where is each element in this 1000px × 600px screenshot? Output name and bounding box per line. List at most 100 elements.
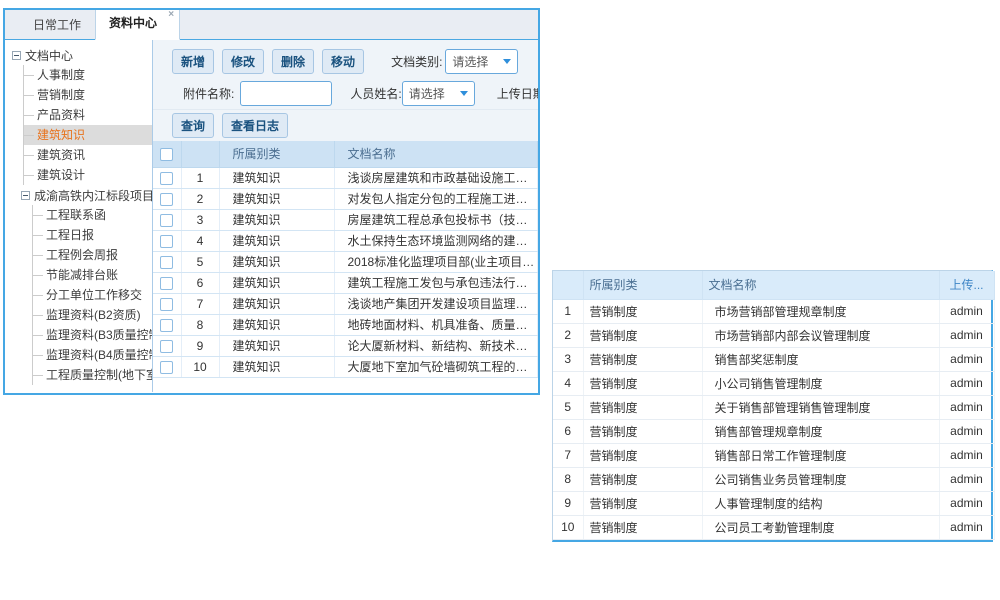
data-center-window: 日常工作 资料中心 × 文档中心 人事制度 营销制度 产品资料 建筑知识 建筑资… xyxy=(3,8,540,395)
modify-button[interactable]: 修改 xyxy=(222,49,264,74)
tree-item[interactable]: 建筑设计 xyxy=(24,165,152,185)
tree-item[interactable]: 营销制度 xyxy=(24,85,152,105)
销售部奖惩制度[interactable]: 3 营销制度 销售部奖惩制度 admin xyxy=(553,347,994,371)
tree-items: 人事制度 营销制度 产品资料 建筑知识 建筑资讯 建筑设计 xyxy=(23,65,152,185)
tree-item[interactable]: 分工单位工作移交 xyxy=(33,285,152,305)
row-checkbox[interactable] xyxy=(160,340,173,353)
row-doc-name: 销售部管理规章制度 xyxy=(702,419,939,443)
row-doc-name: 地砖地面材料、机具准备、质量要求及工艺 xyxy=(334,314,538,335)
person-name-select[interactable]: 请选择 xyxy=(402,81,475,106)
row-checkbox[interactable] xyxy=(160,319,173,332)
人事管理制度的结构[interactable]: 9 营销制度 人事管理制度的结构 admin xyxy=(553,491,994,515)
row-number-header xyxy=(553,271,583,299)
view-log-button[interactable]: 查看日志 xyxy=(222,113,288,138)
房屋建筑工程总承包投标书（技术标）文件[interactable]: 3 建筑知识 房屋建筑工程总承包投标书（技术标）文件 xyxy=(153,209,538,230)
tree-item[interactable]: 建筑资讯 xyxy=(24,145,152,165)
row-category: 营销制度 xyxy=(583,467,702,491)
row-number: 3 xyxy=(181,209,219,230)
公司员工考勤管理制度[interactable]: 10 营销制度 公司员工考勤管理制度 admin xyxy=(553,515,994,539)
row-category: 建筑知识 xyxy=(219,314,334,335)
论大厦新材料、新结构、新技术，新工艺[interactable]: 9 建筑知识 论大厦新材料、新结构、新技术，新工艺 xyxy=(153,335,538,356)
attachment-name-input[interactable] xyxy=(240,81,332,106)
tree-root-label: 文档中心 xyxy=(25,47,73,64)
row-category: 营销制度 xyxy=(583,323,702,347)
tree-item[interactable]: 工程日报 xyxy=(33,225,152,245)
row-category: 营销制度 xyxy=(583,443,702,467)
row-number: 10 xyxy=(181,356,219,377)
row-category: 建筑知识 xyxy=(219,293,334,314)
row-checkbox[interactable] xyxy=(160,298,173,311)
关于销售部管理销售管理制度[interactable]: 5 营销制度 关于销售部管理销售管理制度 admin xyxy=(553,395,994,419)
row-category: 营销制度 xyxy=(583,419,702,443)
2018标准化监理项目部(业主项目部)人员配置[interactable]: 5 建筑知识 2018标准化监理项目部(业主项目部)人员配置 xyxy=(153,251,538,272)
row-checkbox[interactable] xyxy=(160,361,173,374)
tree-root-document-center[interactable]: 文档中心 xyxy=(12,45,152,65)
row-doc-name: 建筑工程施工发包与承包违法行为认定办法 xyxy=(334,272,538,293)
row-category: 建筑知识 xyxy=(219,356,334,377)
collapse-icon[interactable] xyxy=(21,191,30,200)
move-button[interactable]: 移动 xyxy=(322,49,364,74)
地砖地面材料、机具准备、质量要求及工艺[interactable]: 8 建筑知识 地砖地面材料、机具准备、质量要求及工艺 xyxy=(153,314,538,335)
tree-item[interactable]: 监理资料(B3质量控制) xyxy=(33,325,152,345)
row-doc-name: 市场营销部管理规章制度 xyxy=(702,299,939,323)
collapse-icon[interactable] xyxy=(12,51,21,60)
row-number: 4 xyxy=(181,230,219,251)
tree-item[interactable]: 工程例会周报 xyxy=(33,245,152,265)
对发包人指定分包的工程施工进度安排计划[interactable]: 2 建筑知识 对发包人指定分包的工程施工进度安排计划 xyxy=(153,188,538,209)
tab-data-center[interactable]: 资料中心 × xyxy=(95,8,180,40)
tree-root-project[interactable]: 成渝高铁内江标段项目 xyxy=(21,185,152,205)
select-all-checkbox[interactable] xyxy=(160,148,173,161)
row-number: 1 xyxy=(553,299,583,323)
市场营销部管理规章制度[interactable]: 1 营销制度 市场营销部管理规章制度 admin xyxy=(553,299,994,323)
row-number: 7 xyxy=(553,443,583,467)
tab-daily-work[interactable]: 日常工作 xyxy=(19,10,95,40)
row-category: 建筑知识 xyxy=(219,209,334,230)
tree-item[interactable]: 工程质量控制(地下室) xyxy=(33,365,152,385)
row-checkbox[interactable] xyxy=(160,277,173,290)
doc-type-select[interactable]: 请选择 xyxy=(445,49,518,74)
tree-item[interactable]: 人事制度 xyxy=(24,65,152,85)
row-checkbox[interactable] xyxy=(160,193,173,206)
浅谈房屋建筑和市政基础设施工程施工管理[interactable]: 1 建筑知识 浅谈房屋建筑和市政基础设施工程施工管理 xyxy=(153,167,538,188)
市场营销部内部会议管理制度[interactable]: 2 营销制度 市场营销部内部会议管理制度 admin xyxy=(553,323,994,347)
tree-item[interactable]: 监理资料(B4质量控制) xyxy=(33,345,152,365)
row-doc-name: 浅谈地产集团开发建设项目监理规划编制 xyxy=(334,293,538,314)
row-number: 10 xyxy=(553,515,583,539)
tree-item[interactable]: 建筑知识 xyxy=(24,125,152,145)
tree-item[interactable]: 监理资料(B2资质) xyxy=(33,305,152,325)
row-category: 建筑知识 xyxy=(219,188,334,209)
tree-item[interactable]: 工程联系函 xyxy=(33,205,152,225)
query-button[interactable]: 查询 xyxy=(172,113,214,138)
tab-bar: 日常工作 资料中心 × xyxy=(5,10,538,40)
row-checkbox[interactable] xyxy=(160,235,173,248)
浅谈地产集团开发建设项目监理规划编制[interactable]: 7 建筑知识 浅谈地产集团开发建设项目监理规划编制 xyxy=(153,293,538,314)
row-doc-name: 房屋建筑工程总承包投标书（技术标）文件 xyxy=(334,209,538,230)
add-button[interactable]: 新增 xyxy=(172,49,214,74)
水土保持生态环境监测网络的建设与资料[interactable]: 4 建筑知识 水土保持生态环境监测网络的建设与资料 xyxy=(153,230,538,251)
doc-type-select-value: 请选择 xyxy=(452,53,488,70)
大厦地下室加气砼墙砌筑工程的施工方案[interactable]: 10 建筑知识 大厦地下室加气砼墙砌筑工程的施工方案 xyxy=(153,356,538,377)
delete-button[interactable]: 删除 xyxy=(272,49,314,74)
row-checkbox[interactable] xyxy=(160,256,173,269)
row-number: 8 xyxy=(181,314,219,335)
chevron-down-icon xyxy=(460,91,468,96)
row-doc-name: 关于销售部管理销售管理制度 xyxy=(702,395,939,419)
doc-type-label: 文档类别: xyxy=(391,53,442,70)
销售部日常工作管理制度[interactable]: 7 营销制度 销售部日常工作管理制度 admin xyxy=(553,443,994,467)
tree-item[interactable]: 节能减排台账 xyxy=(33,265,152,285)
row-number: 6 xyxy=(181,272,219,293)
table-header-row: 所属别类 文档名称 上传... xyxy=(553,271,994,299)
公司销售业务员管理制度[interactable]: 8 营销制度 公司销售业务员管理制度 admin xyxy=(553,467,994,491)
tree-item[interactable]: 产品资料 xyxy=(24,105,152,125)
row-number: 7 xyxy=(181,293,219,314)
row-number: 8 xyxy=(553,467,583,491)
row-doc-name: 浅谈房屋建筑和市政基础设施工程施工管理 xyxy=(334,167,538,188)
row-checkbox[interactable] xyxy=(160,214,173,227)
tab-close-icon[interactable]: × xyxy=(168,10,174,20)
建筑工程施工发包与承包违法行为认定办法[interactable]: 6 建筑知识 建筑工程施工发包与承包违法行为认定办法 xyxy=(153,272,538,293)
销售部管理规章制度[interactable]: 6 营销制度 销售部管理规章制度 admin xyxy=(553,419,994,443)
toolbar-button-label: 删除 xyxy=(281,55,305,69)
row-doc-name: 小公司销售管理制度 xyxy=(702,371,939,395)
小公司销售管理制度[interactable]: 4 营销制度 小公司销售管理制度 admin xyxy=(553,371,994,395)
row-checkbox[interactable] xyxy=(160,172,173,185)
